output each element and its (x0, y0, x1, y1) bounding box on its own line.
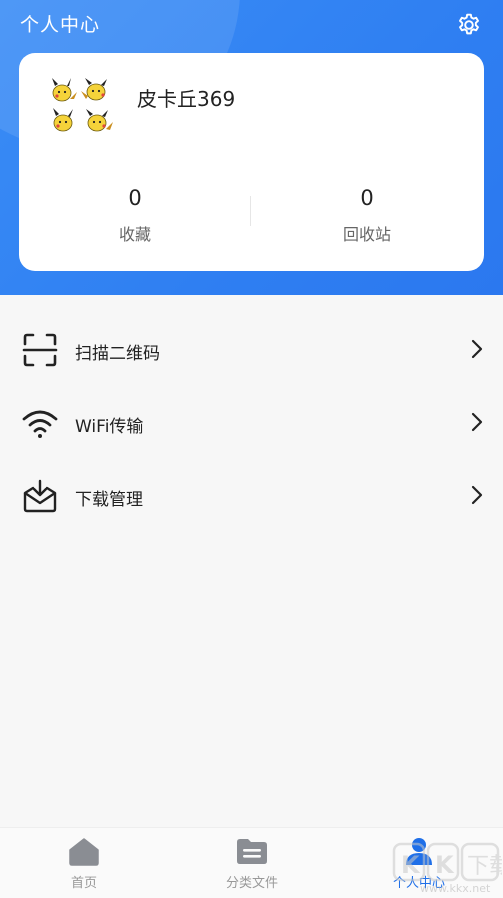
tab-home[interactable]: 首页 (24, 836, 144, 891)
menu-label-download-manager: 下载管理 (75, 490, 143, 510)
scan-qr-icon (22, 333, 58, 367)
profile-header: 个人中心 皮卡丘369 0 收藏 0 回收站 (0, 0, 503, 295)
stat-recycle-bin[interactable]: 0 回收站 (287, 185, 447, 245)
page-title: 个人中心 (20, 14, 101, 36)
svg-text:www.kkx.net: www.kkx.net (420, 882, 491, 895)
stat-divider (250, 196, 251, 226)
menu-label-scan-qr: 扫描二维码 (75, 344, 160, 364)
settings-menu: 扫描二维码 WiFi传输 下载管理 (0, 312, 503, 531)
tab-label-categories: 分类文件 (225, 876, 278, 891)
home-icon (69, 838, 99, 866)
svg-text:K: K (401, 851, 421, 879)
chevron-right-icon (471, 412, 483, 432)
kkx-watermark-logo: K K 下载 www.kkx.net (392, 842, 502, 895)
svg-text:下载: 下载 (467, 854, 502, 879)
folder-icon (237, 839, 267, 864)
pikachu-figure-3 (53, 108, 73, 132)
pikachu-figure-2 (81, 78, 107, 101)
svg-text:K: K (435, 851, 455, 879)
pikachu-figure-1 (52, 78, 77, 102)
menu-label-wifi-transfer: WiFi传输 (75, 417, 144, 437)
avatar[interactable] (48, 77, 114, 139)
pikachu-figure-4 (86, 109, 113, 132)
recycle-bin-label: 回收站 (342, 225, 391, 244)
recycle-bin-count: 0 (360, 186, 374, 210)
menu-item-wifi-transfer[interactable]: WiFi传输 (0, 385, 503, 458)
wifi-icon (22, 410, 58, 438)
favorites-count: 0 (128, 186, 142, 210)
menu-item-scan-qr[interactable]: 扫描二维码 (0, 312, 503, 385)
username: 皮卡丘369 (137, 87, 236, 111)
settings-gear-icon[interactable] (456, 12, 482, 38)
chevron-right-icon (471, 339, 483, 359)
profile-card: 皮卡丘369 0 收藏 0 回收站 (19, 53, 484, 271)
download-tray-icon (23, 479, 57, 513)
menu-item-download-manager[interactable]: 下载管理 (0, 458, 503, 531)
tab-categories[interactable]: 分类文件 (192, 836, 312, 891)
favorites-label: 收藏 (118, 225, 151, 244)
stat-favorites[interactable]: 0 收藏 (55, 185, 215, 245)
chevron-right-icon (471, 485, 483, 505)
tab-label-home: 首页 (70, 876, 97, 891)
